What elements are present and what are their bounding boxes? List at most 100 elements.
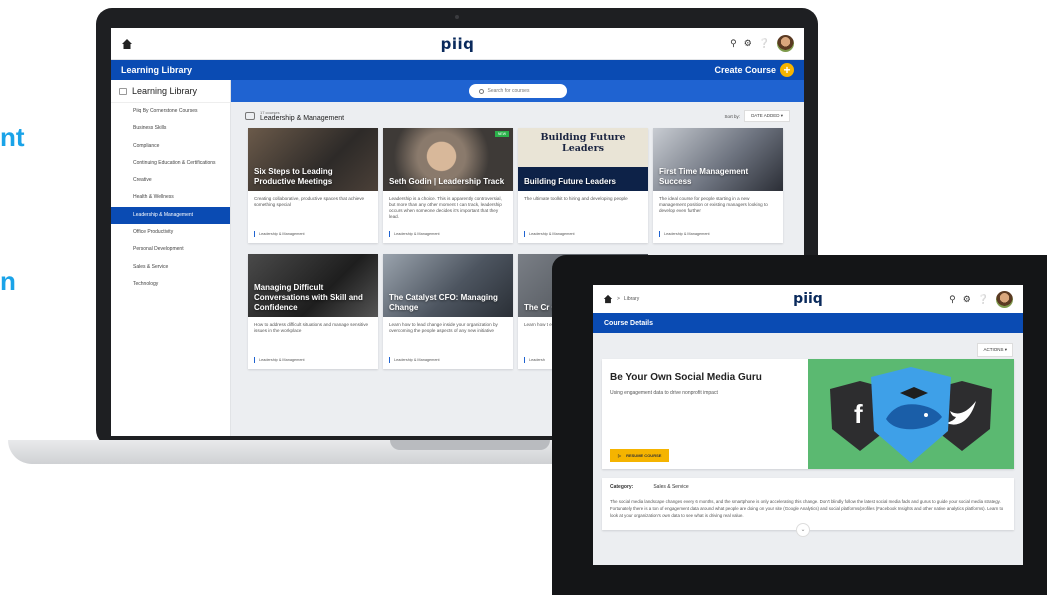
- sidebar-item[interactable]: Sales & Service: [111, 259, 230, 276]
- gear-icon[interactable]: ⚙: [744, 38, 752, 49]
- create-course-button[interactable]: Create Course +: [714, 63, 794, 77]
- course-title: The Catalyst CFO: Managing Change: [389, 293, 498, 312]
- home-icon[interactable]: [121, 38, 133, 50]
- category-icon: [245, 112, 255, 120]
- section-header: Course Details: [593, 313, 1023, 333]
- library-icon: [119, 87, 127, 95]
- course-card[interactable]: First Time Management Success The ideal …: [653, 128, 783, 243]
- search-band: Search for courses: [231, 80, 804, 102]
- piiq-logo[interactable]: piiq: [441, 35, 475, 53]
- search-icon[interactable]: ⚲: [949, 294, 956, 305]
- actions-dropdown[interactable]: ACTIONS ▾: [977, 343, 1013, 357]
- create-course-label: Create Course: [714, 65, 776, 75]
- resume-course-button[interactable]: ▷ RESUME COURSE: [610, 449, 670, 462]
- sidebar-item[interactable]: Personal Development: [111, 241, 230, 258]
- search-input[interactable]: Search for courses: [468, 84, 567, 98]
- search-icon: [478, 88, 484, 94]
- home-icon[interactable]: [603, 294, 613, 304]
- course-card[interactable]: NEW Seth Godin | Leadership Track Leader…: [383, 128, 513, 243]
- cut-off-heading-fragment: n: [0, 266, 16, 296]
- category-name: Leadership & Management: [260, 115, 345, 122]
- course-tag: Leadership & Management: [383, 231, 513, 243]
- marketing-composite: nt n piiq ⚲ ⚙ ❔ Learning Library Create …: [0, 0, 1047, 595]
- sidebar-item[interactable]: Office Productivity: [111, 224, 230, 241]
- course-title: Building Future Leaders: [524, 177, 617, 186]
- sidebar-title: Learning Library: [132, 86, 198, 96]
- sort-label: Sort by:: [724, 113, 741, 119]
- expand-chevron-icon[interactable]: ⌄: [796, 523, 810, 537]
- header-bar: Learning Library Create Course +: [111, 60, 804, 80]
- search-icon[interactable]: ⚲: [730, 38, 737, 49]
- course-description: The social media landscape changes every…: [610, 499, 1004, 518]
- course-illustration: f: [808, 359, 1014, 469]
- sidebar-item[interactable]: Leadership & Management: [111, 206, 230, 225]
- category-value: Sales & Service: [653, 484, 689, 490]
- course-info: Category: Sales & Service The social med…: [602, 478, 1014, 530]
- course-tag: Leadership & Management: [248, 357, 378, 369]
- course-description: Leadership is a choice. This is apparent…: [389, 196, 502, 219]
- gear-icon[interactable]: ⚙: [963, 294, 971, 305]
- sidebar-item[interactable]: Piiq By Cornerstone Courses: [111, 103, 230, 120]
- play-icon: ▷: [618, 453, 622, 458]
- course-tag: Leadership & Management: [653, 231, 783, 243]
- avatar[interactable]: [996, 290, 1013, 308]
- top-icons: ⚲ ⚙ ❔: [949, 290, 1013, 308]
- course-title: Be Your Own Social Media Guru: [610, 372, 762, 383]
- sidebar-item[interactable]: Creative: [111, 172, 230, 189]
- new-badge: NEW: [494, 131, 509, 137]
- sidebar-item[interactable]: Business Skills: [111, 120, 230, 137]
- sidebar-item[interactable]: Compliance: [111, 138, 230, 155]
- course-image: Six Steps to Leading Productive Meetings: [248, 128, 378, 191]
- page-title: Learning Library: [121, 65, 193, 75]
- help-icon[interactable]: ❔: [978, 294, 989, 305]
- sidebar-item[interactable]: Health & Wellness: [111, 189, 230, 206]
- plus-icon: +: [780, 63, 794, 77]
- svg-text:f: f: [854, 399, 863, 429]
- course-image: First Time Management Success: [653, 128, 783, 191]
- sidebar-item[interactable]: Continuing Education & Certifications: [111, 155, 230, 172]
- sort-select[interactable]: DATE ADDED ▾: [744, 110, 790, 122]
- sidebar: Learning Library Piiq By Cornerstone Cou…: [111, 80, 231, 436]
- course-image: NEW Seth Godin | Leadership Track: [383, 128, 513, 191]
- breadcrumb: > Library: [603, 294, 639, 304]
- course-hero: Be Your Own Social Media Guru Using enga…: [602, 359, 1014, 469]
- top-bar: piiq ⚲ ⚙ ❔: [111, 28, 804, 60]
- course-title: Seth Godin | Leadership Track: [389, 177, 505, 186]
- course-tag: Leadership & Management: [248, 231, 378, 243]
- sidebar-header: Learning Library: [111, 80, 230, 103]
- course-description: Creating collaborative, productive space…: [254, 196, 365, 207]
- top-icons: ⚲ ⚙ ❔: [730, 35, 794, 52]
- course-title: Six Steps to Leading Productive Meetings: [254, 167, 333, 186]
- laptop-notch: [390, 440, 550, 450]
- course-card[interactable]: Managing Difficult Conversations with Sk…: [248, 254, 378, 369]
- course-card[interactable]: Building Future Leaders Building Future …: [518, 128, 648, 243]
- laptop-camera: [455, 15, 459, 19]
- course-image: Building Future Leaders Building Future …: [518, 128, 648, 191]
- social-media-shields-illustration: f: [830, 367, 992, 463]
- course-card[interactable]: The Catalyst CFO: Managing Change Learn …: [383, 254, 513, 369]
- search-placeholder: Search for courses: [487, 88, 530, 94]
- course-description: Learn how to lead change inside your org…: [389, 322, 498, 333]
- help-icon[interactable]: ❔: [759, 38, 770, 49]
- tablet-top-bar: > Library piiq ⚲ ⚙ ❔: [593, 285, 1023, 313]
- course-tag: Leadership & Management: [383, 357, 513, 369]
- category-header: 17 courses Leadership & Management Sort …: [245, 110, 790, 122]
- course-tag: Leadership & Management: [518, 231, 648, 243]
- book-cover-text: Building Future Leaders: [540, 132, 626, 154]
- course-title: Managing Difficult Conversations with Sk…: [254, 283, 363, 312]
- course-image: The Catalyst CFO: Managing Change: [383, 254, 513, 317]
- category-label: Category:: [610, 484, 634, 490]
- course-card[interactable]: Six Steps to Leading Productive Meetings…: [248, 128, 378, 243]
- tablet-screen: > Library piiq ⚲ ⚙ ❔ Course Details ACTI…: [593, 285, 1023, 565]
- course-description: How to address difficult situations and …: [254, 322, 369, 333]
- breadcrumb-library[interactable]: Library: [624, 296, 639, 302]
- course-subtitle: Using engagement data to drive nonprofit…: [610, 390, 718, 396]
- category-row: Category: Sales & Service: [610, 484, 1006, 490]
- course-description: The ideal course for people starting in …: [659, 196, 768, 213]
- cut-off-heading-fragment: nt: [0, 122, 25, 152]
- sort-control: Sort by: DATE ADDED ▾: [725, 110, 790, 122]
- piiq-logo[interactable]: piiq: [793, 291, 823, 307]
- avatar[interactable]: [777, 35, 794, 52]
- chevron-right-icon: >: [617, 296, 620, 302]
- sidebar-item[interactable]: Technology: [111, 276, 230, 293]
